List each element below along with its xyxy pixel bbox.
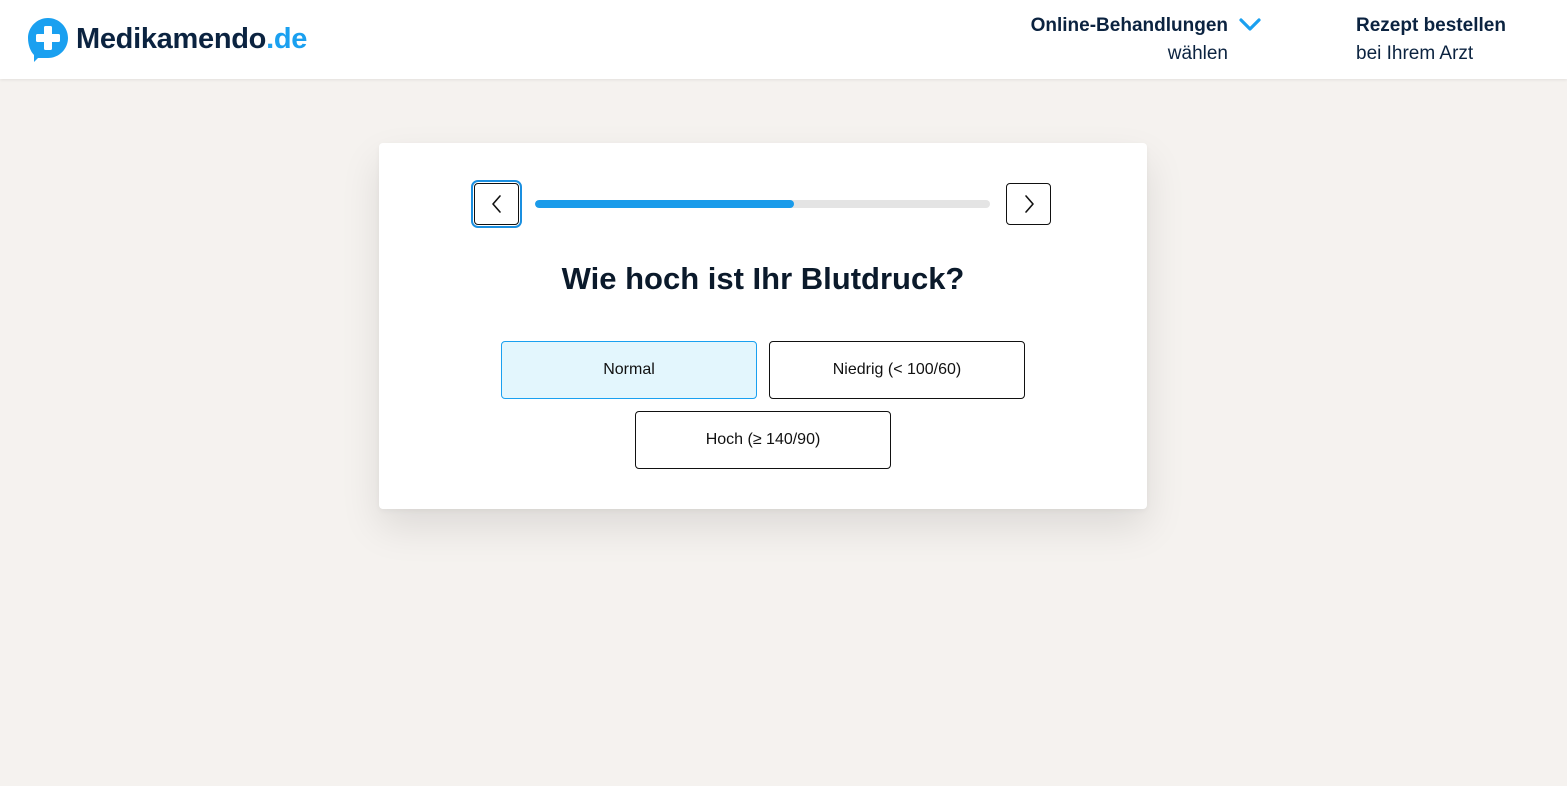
- option-normal[interactable]: Normal: [501, 341, 757, 399]
- chevron-left-icon: [491, 195, 501, 213]
- nav-rx-title: Rezept bestellen: [1356, 15, 1506, 36]
- next-button[interactable]: [1006, 183, 1051, 225]
- option-high[interactable]: Hoch (≥ 140/90): [635, 411, 891, 469]
- chevron-right-icon: [1024, 195, 1034, 213]
- chevron-down-icon[interactable]: [1238, 16, 1262, 34]
- back-button[interactable]: [471, 180, 522, 228]
- progress-bar: [535, 200, 990, 208]
- site-header: Medikamendo.de Online-Behandlungen wähle…: [0, 0, 1567, 79]
- nav-online-treatments[interactable]: Online-Behandlungen wählen: [1000, 14, 1270, 68]
- logo-link[interactable]: Medikamendo.de: [26, 16, 307, 62]
- nav-rx-subtitle: bei Ihrem Arzt: [1356, 43, 1474, 64]
- questionnaire-card: Wie hoch ist Ihr Blutdruck? Normal Niedr…: [379, 143, 1147, 509]
- progress-bar-fill: [535, 200, 795, 208]
- logo-text: Medikamendo.de: [76, 22, 308, 55]
- medical-cross-icon: [28, 18, 68, 62]
- nav-order-prescription[interactable]: Rezept bestellen bei Ihrem Arzt: [1356, 14, 1546, 68]
- nav-treatments-subtitle: wählen: [1167, 43, 1228, 64]
- question-title: Wie hoch ist Ihr Blutdruck?: [561, 261, 965, 296]
- option-low[interactable]: Niedrig (< 100/60): [769, 341, 1025, 399]
- nav-treatments-title: Online-Behandlungen: [1030, 15, 1228, 36]
